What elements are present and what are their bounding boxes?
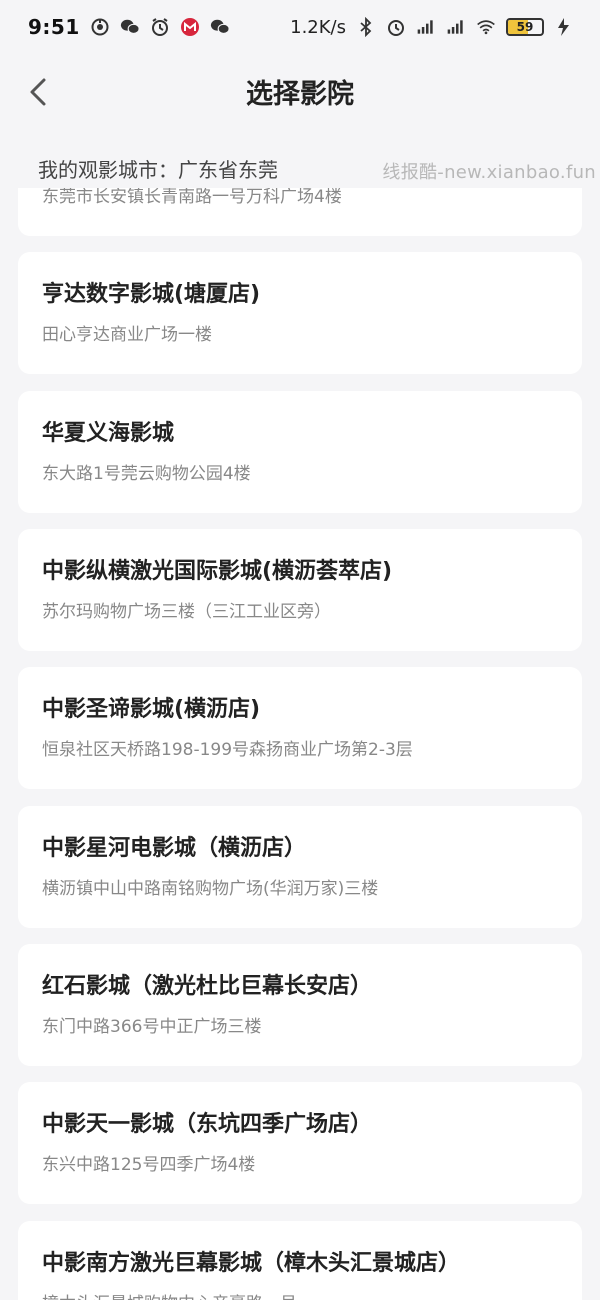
cinema-card[interactable]: 中影圣谛影城(横沥店) 恒泉社区天桥路198-199号森扬商业广场第2-3层 [18, 667, 582, 789]
cinema-card[interactable]: 中影星河电影城（横沥店） 横沥镇中山中路南铭购物广场(华润万家)三楼 [18, 806, 582, 928]
alarm-icon [150, 17, 170, 37]
status-bar: 9:51 1.2K/s 59 [0, 0, 600, 54]
wifi-icon [476, 17, 496, 37]
cinema-card[interactable]: 中影天一影城（东坑四季广场店） 东兴中路125号四季广场4楼 [18, 1082, 582, 1204]
signal-icon [416, 17, 436, 37]
wechat-icon [120, 17, 140, 37]
hotspot-icon [90, 17, 110, 37]
charging-icon [554, 17, 574, 37]
cinema-card[interactable]: 华夏义海影城 东大路1号莞云购物公园4楼 [18, 391, 582, 513]
watermark: 线报酷-new.xianbao.fun [382, 162, 596, 183]
status-time: 9:51 [28, 15, 80, 39]
status-right: 1.2K/s 59 [290, 17, 574, 38]
status-left: 9:51 [28, 15, 230, 39]
cinema-card[interactable]: 中影纵横激光国际影城(横沥荟萃店) 苏尔玛购物广场三楼（三江工业区旁） [18, 529, 582, 651]
cinema-address: 横沥镇中山中路南铭购物广场(华润万家)三楼 [42, 879, 379, 899]
nav-bar: 选择影院 [0, 54, 600, 130]
cinema-card[interactable]: 亨达数字影城(塘厦店) 田心亨达商业广场一楼 [18, 252, 582, 374]
wechat-icon [210, 17, 230, 37]
signal-icon [446, 17, 466, 37]
metro-icon [180, 17, 200, 37]
alarm-icon [386, 17, 406, 37]
cinema-address: 东门中路366号中正广场三楼 [42, 1017, 262, 1037]
battery-icon: 59 [506, 18, 544, 36]
cinema-card[interactable]: 中影南方激光巨幕影城（樟木头汇景城店） 樟木头汇景城购物中心帝豪路一号 [18, 1221, 582, 1300]
page-title: 选择影院 [246, 79, 354, 110]
cinema-name: 华夏义海影城 [42, 421, 175, 446]
battery-value: 59 [516, 20, 534, 34]
cinema-name: 中影天一影城（东坑四季广场店） [42, 1112, 373, 1137]
cinema-name: 红石影城（激光杜比巨幕长安店） [42, 974, 373, 999]
cinema-name: 中影星河电影城（横沥店） [42, 836, 307, 861]
net-speed: 1.2K/s [290, 16, 346, 38]
cinema-address: 东兴中路125号四季广场4楼 [42, 1155, 256, 1175]
cinema-address: 田心亨达商业广场一楼 [42, 325, 212, 345]
city-label: 我的观影城市：广东省东莞 [38, 158, 278, 182]
cinema-name: 中影纵横激光国际影城(横沥荟萃店) [42, 559, 393, 584]
cinema-name: 中影南方激光巨幕影城（樟木头汇景城店） [42, 1251, 461, 1276]
cinema-card[interactable]: 红石影城（激光杜比巨幕长安店） 东门中路366号中正广场三楼 [18, 944, 582, 1066]
cinema-address: 东大路1号莞云购物公园4楼 [42, 464, 251, 484]
cinema-name: 中影圣谛影城(横沥店) [42, 697, 261, 722]
city-header: 我的观影城市：广东省东莞 线报酷-new.xianbao.fun [0, 148, 600, 188]
cinema-address: 樟木头汇景城购物中心帝豪路一号 [42, 1289, 297, 1300]
cinema-address: 恒泉社区天桥路198-199号森扬商业广场第2-3层 [42, 740, 413, 760]
bluetooth-icon [356, 17, 376, 37]
cinema-address: 苏尔玛购物广场三楼（三江工业区旁） [42, 602, 331, 622]
cinema-name: 亨达数字影城(塘厦店) [42, 282, 261, 307]
